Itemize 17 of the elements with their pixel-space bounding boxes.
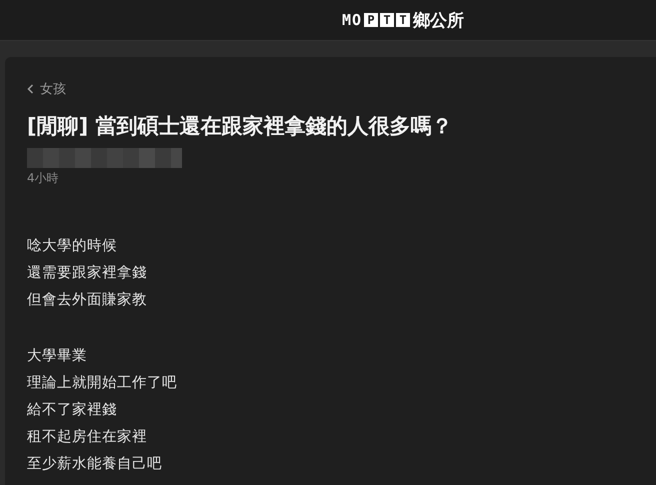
post-body-line: 還需要跟家裡拿錢	[27, 264, 148, 283]
post-body-line: 租不起房住在家裡	[27, 428, 148, 447]
post-time: 4小時	[27, 170, 60, 187]
logo-letter[interactable]: P	[364, 13, 378, 27]
post-body-line: 給不了家裡錢	[27, 400, 118, 420]
logo-letter[interactable]: T	[380, 13, 394, 27]
logo-text[interactable]: 鄉公所	[413, 8, 464, 32]
board-back-link[interactable]: 女孩	[27, 80, 66, 98]
post-body-line: 至少薪水能養自己吧	[27, 455, 163, 474]
post-title: [閒聊] 當到碩士還在跟家裡拿錢的人很多嗎？	[27, 113, 454, 140]
post-body-line: 大學畢業	[27, 347, 88, 366]
chevron-left-icon	[27, 84, 34, 94]
logo-text[interactable]: MO	[342, 11, 362, 29]
post-body-line: 唸大學的時候	[27, 237, 118, 256]
logo-letter[interactable]: T	[396, 13, 410, 27]
post-body-line: 理論上就開始工作了吧	[27, 374, 178, 393]
post-body-line: 但會去外面賺家教	[27, 290, 148, 310]
